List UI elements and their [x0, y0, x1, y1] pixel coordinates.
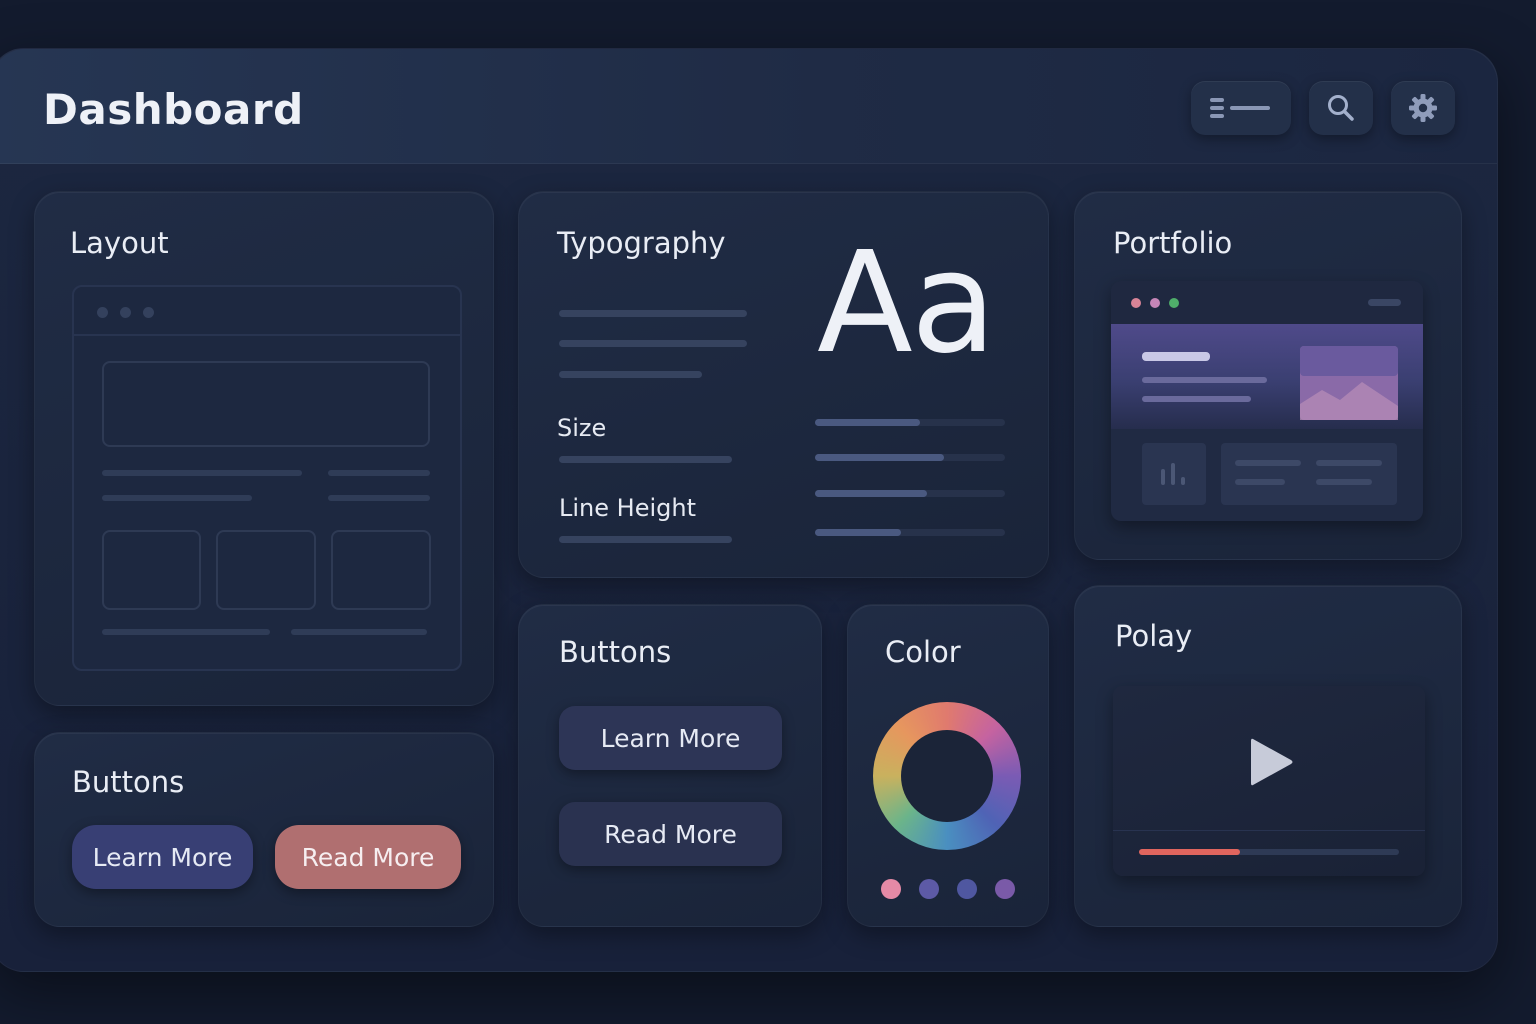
- preview-hero: [1111, 324, 1423, 429]
- text-sample-line: [559, 340, 747, 347]
- learn-more-button[interactable]: Learn More: [72, 825, 253, 889]
- gear-icon: [1409, 94, 1437, 122]
- typography-slider-fill: [815, 529, 901, 536]
- search-button[interactable]: [1309, 81, 1373, 135]
- preview-text-line: [1142, 396, 1251, 402]
- layout-wireframe: [72, 285, 462, 671]
- typography-slider[interactable]: [815, 490, 1005, 497]
- wireframe-line: [328, 470, 430, 476]
- color-card-title: Color: [885, 635, 961, 669]
- wireframe-line: [102, 629, 270, 635]
- settings-button[interactable]: [1391, 81, 1455, 135]
- preview-info-line: [1316, 460, 1382, 466]
- play-icon[interactable]: [1249, 736, 1295, 788]
- layout-card[interactable]: Layout: [34, 191, 494, 706]
- color-swatch[interactable]: [881, 879, 901, 899]
- preview-heading-line: [1142, 352, 1210, 361]
- header-bar: Dashboard: [0, 49, 1497, 164]
- bar-chart-icon: [1161, 463, 1185, 485]
- wireframe-line: [102, 495, 252, 501]
- video-card-title: Polay: [1115, 619, 1193, 653]
- window-dot: [1150, 298, 1160, 308]
- typography-slider-fill: [815, 419, 920, 426]
- read-more-button[interactable]: Read More: [559, 802, 782, 866]
- font-sample: Aa: [817, 222, 997, 385]
- portfolio-card[interactable]: Portfolio: [1074, 191, 1462, 560]
- text-sample-line: [559, 371, 702, 378]
- buttons-card-middle[interactable]: Buttons Learn More Read More: [518, 604, 822, 927]
- preview-info-line: [1316, 479, 1372, 485]
- typography-slider-fill: [815, 490, 928, 497]
- color-swatch[interactable]: [919, 879, 939, 899]
- window-dot: [1131, 298, 1141, 308]
- wireframe-dot: [97, 307, 108, 318]
- page-title: Dashboard: [43, 85, 304, 134]
- window-dot: [1169, 298, 1179, 308]
- preview-nav-line: [1368, 299, 1401, 306]
- color-wheel-center: [901, 730, 993, 822]
- buttons-card-left[interactable]: Buttons Learn More Read More: [34, 732, 494, 927]
- preview-chart-tile: [1142, 443, 1206, 505]
- wireframe-hero-box: [102, 361, 430, 447]
- video-player[interactable]: [1113, 686, 1425, 876]
- size-underline: [559, 456, 732, 463]
- color-card[interactable]: Color: [847, 604, 1049, 927]
- list-menu-icon: [1210, 98, 1270, 118]
- wireframe-line: [328, 495, 430, 501]
- color-swatch[interactable]: [957, 879, 977, 899]
- video-progress-bar[interactable]: [1139, 849, 1399, 855]
- layout-card-title: Layout: [70, 226, 169, 260]
- read-more-button[interactable]: Read More: [275, 825, 461, 889]
- portfolio-card-title: Portfolio: [1113, 226, 1233, 260]
- size-label: Size: [557, 414, 607, 442]
- wireframe-dot: [143, 307, 154, 318]
- preview-info-tile: [1221, 443, 1397, 505]
- video-card[interactable]: Polay: [1074, 585, 1462, 927]
- typography-slider[interactable]: [815, 419, 1005, 426]
- color-swatch[interactable]: [995, 879, 1015, 899]
- wireframe-tile: [102, 530, 201, 610]
- search-icon: [1328, 95, 1354, 121]
- wireframe-dot: [120, 307, 131, 318]
- buttons-card-left-title: Buttons: [72, 765, 185, 799]
- typography-card-title: Typography: [557, 226, 726, 260]
- buttons-card-middle-title: Buttons: [559, 635, 672, 669]
- line-height-label: Line Height: [559, 494, 696, 522]
- wireframe-line: [291, 629, 427, 635]
- typography-slider[interactable]: [815, 454, 1005, 461]
- player-divider: [1113, 830, 1425, 831]
- preview-image-thumbnail: [1300, 346, 1398, 420]
- portfolio-preview[interactable]: [1111, 281, 1423, 521]
- preview-topbar: [1111, 281, 1423, 324]
- learn-more-button[interactable]: Learn More: [559, 706, 782, 770]
- video-progress-fill: [1139, 849, 1241, 855]
- color-wheel[interactable]: [873, 702, 1021, 850]
- preview-info-line: [1235, 460, 1301, 466]
- text-sample-line: [559, 310, 747, 317]
- typography-card[interactable]: Typography Aa Size Line Height: [518, 191, 1049, 578]
- typography-slider[interactable]: [815, 529, 1005, 536]
- wireframe-tile: [216, 530, 316, 610]
- line-height-underline: [559, 536, 732, 543]
- preview-text-line: [1142, 377, 1267, 383]
- preview-info-line: [1235, 479, 1285, 485]
- typography-slider-fill: [815, 454, 945, 461]
- menu-button[interactable]: [1191, 81, 1291, 135]
- wireframe-line: [102, 470, 302, 476]
- wireframe-tile: [331, 530, 431, 610]
- wireframe-divider: [74, 334, 460, 336]
